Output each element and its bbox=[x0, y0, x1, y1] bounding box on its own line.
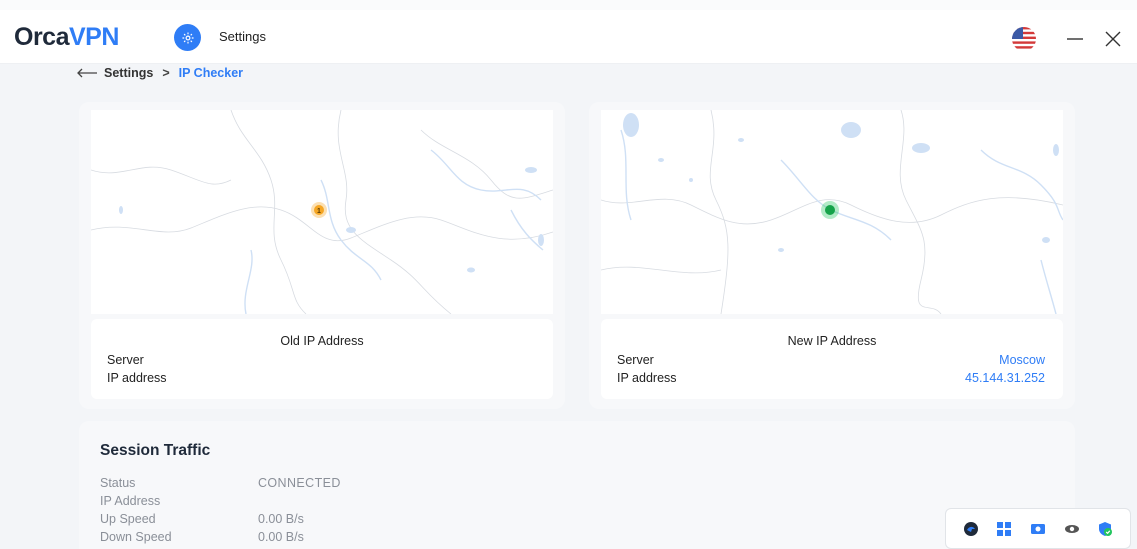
new-ip-server-row: Server Moscow bbox=[617, 353, 1045, 369]
old-ip-server-row: Server bbox=[107, 353, 535, 369]
page-title: Settings bbox=[219, 29, 266, 44]
old-ip-map[interactable]: 1 bbox=[90, 109, 554, 315]
eye-icon[interactable] bbox=[1064, 521, 1080, 537]
down-speed-label: Down Speed bbox=[100, 530, 172, 544]
orca-vpn-tray-icon[interactable] bbox=[963, 521, 979, 537]
screen-capture-icon[interactable] bbox=[1030, 521, 1046, 537]
session-traffic-panel: Session Traffic Status CONNECTED IP Addr… bbox=[79, 421, 1075, 549]
status-label: Status bbox=[100, 476, 136, 490]
new-ip-panel: New IP Address Server Moscow IP address … bbox=[589, 102, 1075, 409]
old-ip-panel: 1 Old IP Address Server IP address bbox=[79, 102, 565, 409]
ip-address-label: IP address bbox=[617, 371, 677, 385]
new-ip-title: New IP Address bbox=[787, 334, 877, 348]
system-tray-popup bbox=[945, 508, 1131, 549]
ip-address-label: IP Address bbox=[100, 494, 161, 508]
session-traffic-title: Session Traffic bbox=[100, 442, 211, 459]
windows-grid-icon[interactable] bbox=[996, 521, 1012, 537]
server-label: Server bbox=[617, 353, 654, 367]
shield-check-icon[interactable] bbox=[1097, 521, 1113, 537]
old-ip-title: Old IP Address bbox=[280, 334, 364, 348]
server-value: Moscow bbox=[999, 353, 1045, 367]
up-speed-label: Up Speed bbox=[100, 512, 156, 526]
breadcrumb-settings-link[interactable]: Settings bbox=[104, 66, 153, 80]
arrow-left-icon[interactable] bbox=[76, 67, 98, 79]
breadcrumb-separator: > bbox=[162, 66, 170, 80]
up-speed-value: 0.00 B/s bbox=[258, 512, 304, 526]
status-value: CONNECTED bbox=[258, 476, 341, 490]
old-ip-address-row: IP address bbox=[107, 371, 535, 387]
minimize-icon[interactable] bbox=[1062, 26, 1088, 52]
top-strip bbox=[0, 0, 1137, 10]
new-ip-info-card: New IP Address Server Moscow IP address … bbox=[601, 319, 1063, 399]
close-icon[interactable] bbox=[1100, 26, 1126, 52]
old-ip-marker-label: 1 bbox=[317, 208, 321, 215]
gear-icon[interactable] bbox=[174, 24, 201, 51]
ip-address-value: 45.144.31.252 bbox=[965, 371, 1045, 385]
ip-address-label: IP address bbox=[107, 371, 167, 385]
header-bar: Orca VPN Settings bbox=[0, 10, 1137, 64]
breadcrumb-current: IP Checker bbox=[178, 66, 244, 80]
server-label: Server bbox=[107, 353, 144, 367]
breadcrumb: Settings > IP Checker bbox=[76, 64, 243, 82]
us-flag-icon[interactable] bbox=[1012, 27, 1036, 51]
app-window: Orca VPN Settings Settings > IP Checker … bbox=[0, 0, 1137, 549]
new-ip-address-row: IP address 45.144.31.252 bbox=[617, 371, 1045, 387]
orca-vpn-logo[interactable]: Orca VPN bbox=[14, 24, 119, 50]
logo-vpn-text: VPN bbox=[68, 23, 119, 51]
down-speed-value: 0.00 B/s bbox=[258, 530, 304, 544]
new-ip-map[interactable] bbox=[600, 109, 1064, 315]
logo-orca-text: Orca bbox=[14, 23, 69, 51]
old-ip-info-card: Old IP Address Server IP address bbox=[91, 319, 553, 399]
